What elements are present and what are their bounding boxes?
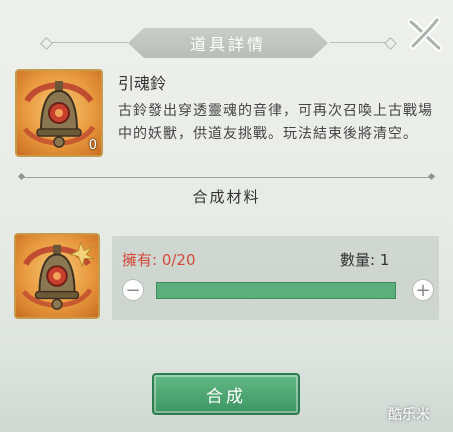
item-icon-frame: 0 bbox=[15, 69, 103, 157]
divider-diamond-right bbox=[427, 172, 436, 181]
header-ornament-left bbox=[48, 42, 128, 43]
dialog-title: 道具詳情 bbox=[189, 35, 266, 54]
quantity-label: 數量: 1 bbox=[340, 251, 390, 269]
header-diamond-left bbox=[40, 37, 53, 50]
item-detail-dialog: 道具詳情 0 引魂鈴 古鈴發出穿透靈魂的音律，可再次召喚上古戰場中的妖獸，供道友… bbox=[0, 0, 453, 432]
divider-diamond-left bbox=[17, 172, 26, 181]
close-brush-icon bbox=[407, 16, 443, 52]
quantity-slider[interactable] bbox=[156, 282, 396, 299]
item-description: 古鈴發出穿透靈魂的音律，可再次召喚上古戰場中的妖獸，供道友挑戰。玩法結束後將清空… bbox=[118, 103, 433, 142]
item-name: 引魂鈴 bbox=[118, 74, 167, 93]
material-icon-frame[interactable] bbox=[14, 233, 100, 319]
minus-icon: − bbox=[125, 279, 141, 301]
item-count: 0 bbox=[88, 138, 97, 153]
plus-icon: + bbox=[415, 279, 431, 301]
close-button[interactable] bbox=[405, 14, 445, 54]
synthesize-label: 合成 bbox=[206, 386, 246, 407]
materials-section-title: 合成材料 bbox=[192, 188, 261, 206]
section-divider bbox=[22, 177, 432, 178]
decrease-quantity-button[interactable]: − bbox=[122, 279, 144, 301]
synthesize-button[interactable]: 合成 bbox=[152, 373, 300, 415]
title-plaque: 道具詳情 bbox=[128, 28, 328, 58]
bell-icon bbox=[21, 241, 95, 310]
header-diamond-right bbox=[384, 37, 397, 50]
increase-quantity-button[interactable]: + bbox=[412, 279, 434, 301]
watermark: 酷乐米 bbox=[388, 407, 430, 423]
header-ornament-right bbox=[330, 42, 390, 43]
owned-count: 擁有: 0/20 bbox=[122, 251, 196, 269]
